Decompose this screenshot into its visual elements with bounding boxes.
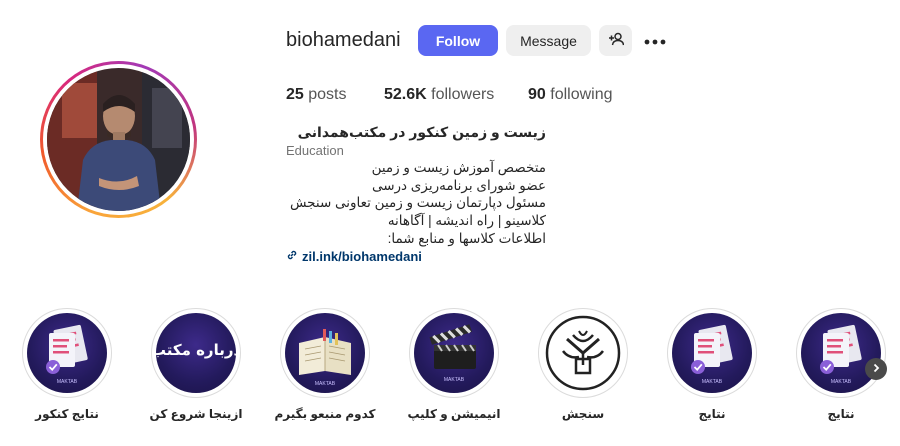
svg-text:MAKTAB: MAKTAB <box>315 381 336 387</box>
more-options-button[interactable] <box>640 30 670 52</box>
message-button[interactable]: Message <box>506 25 591 56</box>
highlight-cover: MAKTAB <box>801 313 881 393</box>
bio-line: متخصص آموزش زیست و زمین <box>371 160 546 176</box>
highlight-cover: MAKTAB <box>414 313 494 393</box>
followers-count: 52.6K <box>384 86 427 103</box>
clapperboard-icon: MAKTAB <box>429 324 476 383</box>
highlight-ring: MAKTAB <box>796 308 886 398</box>
posts-stat: 25 posts <box>286 86 347 104</box>
highlight-ring: MAKTAB <box>409 308 499 398</box>
document-check-icon: MAKTAB <box>691 324 733 385</box>
svg-text:MAKTAB: MAKTAB <box>444 377 465 383</box>
posts-label: posts <box>308 86 347 103</box>
about-maktab-text-icon: درباره مکتب <box>156 341 236 359</box>
highlight-label: سنجش <box>561 407 605 421</box>
highlight-ring <box>538 308 628 398</box>
highlight-label: نتایج <box>827 407 855 421</box>
bio-line: کلاسینو | راه اندیشه | آگاهانه <box>387 212 546 228</box>
profile-avatar-ring[interactable] <box>40 61 197 218</box>
posts-count: 25 <box>286 86 304 103</box>
followers-stat[interactable]: 52.6K followers <box>384 86 494 104</box>
highlight-item[interactable]: MAKTAB انیمیشن و کلیپ <box>407 308 501 421</box>
highlight-item[interactable]: MAKTAB نتایج کنکور <box>22 308 112 421</box>
following-count: 90 <box>528 86 546 103</box>
highlight-ring: MAKTAB <box>280 308 370 398</box>
bio-link[interactable]: zil.ink/biohamedani <box>286 248 546 266</box>
highlight-label: ازینجا شروع کن <box>149 407 243 421</box>
highlight-label: نتایج کنکور <box>35 407 99 421</box>
add-user-button[interactable] <box>599 25 632 56</box>
bio-line: اطلاعات کلاسها و منابع شما: <box>387 230 546 246</box>
following-label: following <box>550 86 613 103</box>
bio-category: Education <box>286 142 344 158</box>
following-stat[interactable]: 90 following <box>528 86 613 104</box>
open-book-icon: MAKTAB <box>299 329 351 387</box>
highlight-ring: درباره مکتب <box>151 308 241 398</box>
highlight-cover <box>543 313 623 393</box>
highlight-label: نتایج <box>698 407 726 421</box>
bio-line: مسئول دپارتمان زیست و زمین تعاونی سنجش <box>289 195 546 211</box>
highlight-ring: MAKTAB <box>667 308 757 398</box>
bio-line: عضو شورای برنامه‌ریزی درسی <box>371 177 546 193</box>
highlight-label: انیمیشن و کلیپ <box>407 407 501 421</box>
highlight-ring: MAKTAB <box>22 308 112 398</box>
highlights-next-button[interactable] <box>865 358 887 380</box>
highlight-cover: MAKTAB <box>672 313 752 393</box>
avatar[interactable] <box>47 68 190 211</box>
sanjesh-logo-icon <box>545 315 621 391</box>
svg-text:MAKTAB: MAKTAB <box>831 379 852 385</box>
highlight-item[interactable]: درباره مکتب ازینجا شروع کن <box>150 308 242 421</box>
document-check-icon: MAKTAB <box>46 324 88 385</box>
highlight-item[interactable]: MAKTAB نتایج <box>796 308 886 421</box>
add-user-icon <box>608 32 624 49</box>
highlight-item[interactable]: سنجش <box>538 308 628 421</box>
highlight-cover: درباره مکتب <box>156 313 236 393</box>
profile-bio: زیست و زمین کنکور در مکتب‌همدانی Educati… <box>286 124 546 266</box>
document-check-icon: MAKTAB <box>820 324 862 385</box>
highlight-cover: MAKTAB <box>285 313 365 393</box>
chevron-right-icon <box>871 360 881 378</box>
followers-label: followers <box>431 86 495 103</box>
highlight-label: کدوم منبعو بگیرم <box>274 407 376 421</box>
more-icon <box>644 32 666 50</box>
avatar-gap <box>43 64 194 215</box>
highlight-item[interactable]: MAKTAB نتایج <box>667 308 757 421</box>
follow-button[interactable]: Follow <box>418 25 498 56</box>
bio-link-text: zil.ink/biohamedani <box>302 249 422 265</box>
bio-name: زیست و زمین کنکور در مکتب‌همدانی <box>297 124 546 140</box>
profile-username: biohamedani <box>286 29 401 51</box>
svg-text:MAKTAB: MAKTAB <box>57 379 78 385</box>
svg-text:درباره مکتب: درباره مکتب <box>156 341 236 359</box>
link-icon <box>286 248 298 266</box>
highlight-cover: MAKTAB <box>27 313 107 393</box>
highlight-item[interactable]: MAKTAB کدوم منبعو بگیرم <box>275 308 376 421</box>
svg-text:MAKTAB: MAKTAB <box>702 379 723 385</box>
